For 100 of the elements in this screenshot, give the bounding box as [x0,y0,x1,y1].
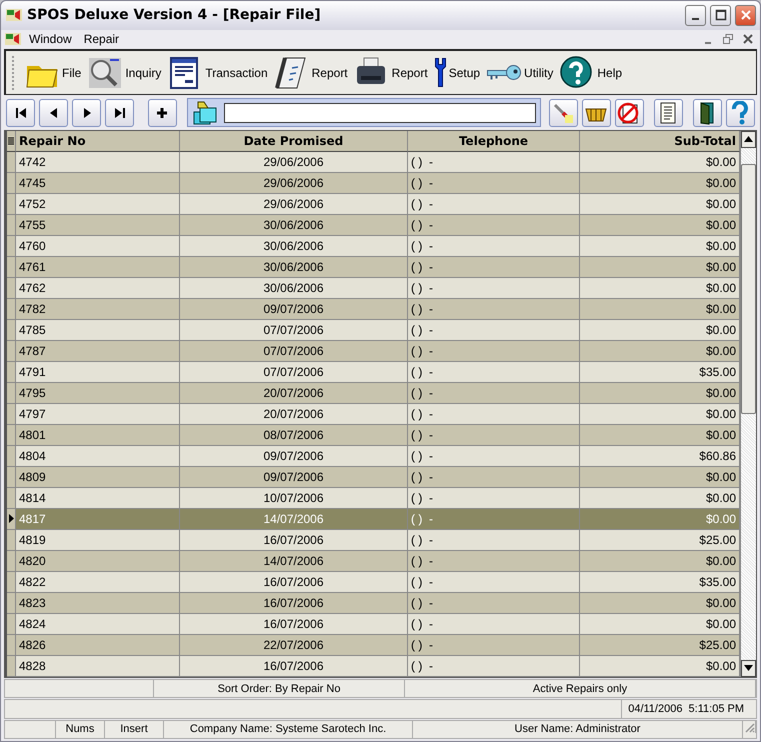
minimize-button[interactable] [685,4,706,26]
table-cell: $0.00 [580,214,740,236]
table-cell: 08/07/2006 [180,424,408,446]
table-cell: ( ) - [408,592,580,614]
table-cell: 4814 [16,488,180,509]
column-header[interactable]: Sub-Total [580,130,740,152]
table-cell: 4801 [16,424,180,446]
table-cell: 10/07/2006 [180,488,408,509]
toolbar-button[interactable] [614,98,644,127]
table-cell: ( ) - [408,508,580,530]
table-cell: 4745 [16,172,180,194]
table-cell: $0.00 [580,550,740,572]
table-cell: $0.00 [580,320,740,341]
table-cell: $0.00 [580,424,740,446]
table-cell: 4824 [16,614,180,635]
table-cell: ( ) - [408,404,580,425]
table-cell: $0.00 [580,404,740,425]
toolbar-button[interactable]: Report [354,52,433,93]
toolbar-button[interactable]: Inquiry [88,52,166,93]
table-cell: ( ) - [408,550,580,572]
table-cell: 4782 [16,298,180,320]
table-cell: ( ) - [408,362,580,383]
table-cell: ( ) - [408,466,580,488]
table-cell: ( ) - [408,572,580,593]
table-cell: ( ) - [408,424,580,446]
help-icon [560,56,594,90]
toolbar-button[interactable]: Help [560,52,628,93]
table-cell: 4822 [16,572,180,593]
nav-button[interactable] [72,98,102,127]
menu-item[interactable]: Repair [78,32,124,46]
table-cell: $0.00 [580,382,740,404]
skip-end-icon [114,106,126,119]
table-cell: ( ) - [408,446,580,467]
add-button[interactable] [148,98,177,127]
status-text: Company Name: Systeme Sarotech Inc. [164,720,413,738]
menu-item[interactable]: Window [24,32,77,46]
table-cell: $0.00 [580,466,740,488]
table-cell: ( ) - [408,172,580,194]
grid-menu-icon [8,136,14,145]
scrollbar[interactable] [740,130,756,677]
table-cell: ( ) - [408,194,580,215]
column-header[interactable]: Date Promised [180,130,408,152]
table-cell: ( ) - [408,298,580,320]
search-field[interactable] [224,102,536,123]
table-cell: 16/07/2006 [180,656,408,677]
table-cell: 07/07/2006 [180,362,408,383]
toolbar-button[interactable]: Transaction [168,52,273,93]
close-button[interactable] [735,4,756,26]
toolbar-button[interactable]: File [25,52,86,93]
minimize-icon [705,42,711,44]
maximize-button[interactable] [710,4,731,26]
toolbar-button[interactable]: Report [274,52,353,93]
table-cell: $0.00 [580,340,740,362]
status-text: Sort Order: By Repair No [154,680,405,698]
minimize-icon [692,18,699,20]
nav-button[interactable] [105,98,134,127]
table-cell: ( ) - [408,656,580,677]
table-cell: $0.00 [580,236,740,257]
toolbar-button[interactable] [582,98,611,127]
nav-button[interactable] [39,98,68,127]
table-cell: ( ) - [408,278,580,299]
table-cell: $0.00 [580,508,740,530]
scroll-thumb[interactable] [741,164,756,414]
table-cell: 4826 [16,634,180,656]
toolbar-button[interactable] [654,98,683,127]
toolbar-button[interactable] [692,98,722,127]
scroll-down-button[interactable] [741,660,756,677]
status-text: Nums [56,720,105,738]
table-cell: $0.00 [580,298,740,320]
table-cell: 30/06/2006 [180,236,408,257]
table-cell: 16/07/2006 [180,592,408,614]
table-cell: 4752 [16,194,180,215]
table-cell: $0.00 [580,656,740,677]
column-header[interactable]: Telephone [408,130,580,152]
nav-button[interactable] [6,98,36,127]
table-cell: $25.00 [580,634,740,656]
scroll-up-button[interactable] [741,130,756,148]
toolbar-button[interactable]: Setup [434,52,486,93]
maximize-icon [714,9,726,22]
table-cell: 07/07/2006 [180,340,408,362]
table-cell: 09/07/2006 [180,298,408,320]
table-cell: 4761 [16,256,180,278]
table-cell: 4809 [16,466,180,488]
app-logo-icon [5,7,23,24]
table-cell: 16/07/2006 [180,614,408,635]
column-header[interactable]: Repair No [16,130,180,152]
table-cell: 4760 [16,236,180,257]
restore-icon [723,34,733,44]
status-text: Insert [105,720,164,738]
wrench-icon [434,58,446,88]
table-cell: 20/07/2006 [180,382,408,404]
table-cell: $35.00 [580,572,740,593]
app-logo-icon [4,30,22,47]
plus-icon [156,106,168,119]
table-cell: 4804 [16,446,180,467]
toolbar-button[interactable]: Utility [487,52,558,93]
triangle-up-icon [744,136,753,142]
status-text: User Name: Administrator [413,720,743,738]
table-cell: 4820 [16,550,180,572]
triangle-down-icon [744,665,753,672]
